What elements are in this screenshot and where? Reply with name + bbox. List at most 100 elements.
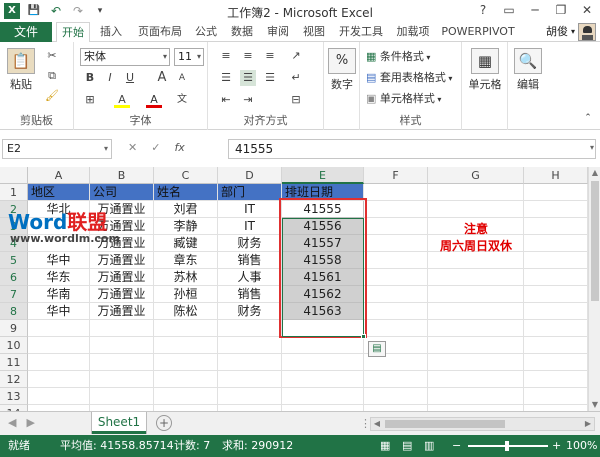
cell[interactable] xyxy=(428,388,524,405)
cell[interactable] xyxy=(364,286,428,303)
date-cell[interactable]: 41557 xyxy=(282,235,364,252)
increase-indent-icon[interactable]: ⇥ xyxy=(240,92,256,108)
cell[interactable] xyxy=(428,252,524,269)
quick-analysis-icon[interactable]: ▤ xyxy=(368,341,386,357)
cell[interactable] xyxy=(218,371,282,388)
row-header-8[interactable]: 8 xyxy=(0,303,28,320)
table-cell[interactable]: 华南 xyxy=(28,286,90,303)
cell[interactable] xyxy=(282,337,364,354)
table-cell[interactable]: 章东 xyxy=(154,252,218,269)
bold-button[interactable]: B xyxy=(82,70,98,86)
conditional-format-button[interactable]: ▦ 条件格式 ▾ xyxy=(366,48,430,66)
cell[interactable] xyxy=(364,252,428,269)
cell[interactable] xyxy=(524,201,588,218)
cell[interactable] xyxy=(428,201,524,218)
cell[interactable] xyxy=(428,269,524,286)
cell[interactable] xyxy=(90,388,154,405)
scroll-right-icon[interactable]: ▶ xyxy=(582,418,594,430)
row-header-10[interactable]: 10 xyxy=(0,337,28,354)
restore-button[interactable]: ❐ xyxy=(550,2,572,18)
column-header-d[interactable]: D xyxy=(218,167,282,184)
row-header-12[interactable]: 12 xyxy=(0,371,28,388)
table-cell[interactable]: 销售 xyxy=(218,252,282,269)
tab-home[interactable]: 开始 xyxy=(56,22,90,43)
column-header-h[interactable]: H xyxy=(524,167,588,184)
cell[interactable] xyxy=(428,371,524,388)
cell[interactable] xyxy=(524,371,588,388)
merge-center-icon[interactable]: ⊟ xyxy=(288,92,304,108)
shrink-font-button[interactable]: A xyxy=(174,70,190,86)
format-as-table-button[interactable]: ▤ 套用表格格式 ▾ xyxy=(366,69,452,87)
column-header-b[interactable]: B xyxy=(90,167,154,184)
row-header-6[interactable]: 6 xyxy=(0,269,28,286)
cell[interactable] xyxy=(28,388,90,405)
table-cell[interactable]: 臧键 xyxy=(154,235,218,252)
italic-button[interactable]: I xyxy=(102,70,118,86)
cell[interactable] xyxy=(154,371,218,388)
orientation-icon[interactable]: ↗ xyxy=(288,48,304,64)
vertical-scrollbar[interactable]: ▲ ▼ xyxy=(588,167,600,411)
cell[interactable] xyxy=(364,184,428,201)
phonetic-icon[interactable]: 文 xyxy=(174,92,190,108)
cut-icon[interactable]: ✂ xyxy=(44,48,60,64)
cell[interactable] xyxy=(154,388,218,405)
minimize-button[interactable]: ─ xyxy=(524,2,546,18)
cell[interactable] xyxy=(364,201,428,218)
cell[interactable] xyxy=(524,184,588,201)
column-header-f[interactable]: F xyxy=(364,167,428,184)
table-cell[interactable]: IT xyxy=(218,201,282,218)
row-header-5[interactable]: 5 xyxy=(0,252,28,269)
table-cell[interactable]: 万通置业 xyxy=(90,269,154,286)
confirm-icon[interactable]: ✓ xyxy=(151,141,160,154)
table-cell[interactable]: 华中 xyxy=(28,252,90,269)
grow-font-button[interactable]: A xyxy=(154,70,170,86)
table-cell[interactable]: IT xyxy=(218,218,282,235)
cell[interactable] xyxy=(28,371,90,388)
formula-input[interactable]: 41555 xyxy=(228,139,596,159)
insert-function-icon[interactable]: fx xyxy=(174,141,184,154)
zoom-out-button[interactable]: − xyxy=(452,435,461,457)
editing-button[interactable]: 🔍 编辑 xyxy=(512,48,544,92)
zoom-level[interactable]: 100% xyxy=(566,435,597,457)
align-left-icon[interactable]: ☰ xyxy=(218,70,234,86)
cell[interactable] xyxy=(428,320,524,337)
table-cell[interactable]: 财务 xyxy=(218,235,282,252)
table-cell[interactable]: 刘君 xyxy=(154,201,218,218)
table-cell[interactable]: 陈松 xyxy=(154,303,218,320)
align-right-icon[interactable]: ☰ xyxy=(262,70,278,86)
fill-handle[interactable] xyxy=(361,334,366,339)
number-format-button[interactable]: % 数字 xyxy=(327,48,357,92)
cell[interactable] xyxy=(90,320,154,337)
align-top-icon[interactable]: ≡ xyxy=(218,48,234,64)
date-cell[interactable]: 41556 xyxy=(282,218,364,235)
align-bottom-icon[interactable]: ≡ xyxy=(262,48,278,64)
close-button[interactable]: ✕ xyxy=(576,2,598,18)
date-cell[interactable]: 41562 xyxy=(282,286,364,303)
page-layout-view-icon[interactable]: ▤ xyxy=(402,435,412,457)
table-header-cell[interactable]: 排班日期 xyxy=(282,184,364,201)
table-cell[interactable]: 销售 xyxy=(218,286,282,303)
cell[interactable] xyxy=(524,337,588,354)
wrap-text-icon[interactable]: ↵ xyxy=(288,70,304,86)
cell[interactable] xyxy=(90,354,154,371)
font-color-button[interactable]: A xyxy=(146,92,162,108)
cell[interactable] xyxy=(428,337,524,354)
cell[interactable] xyxy=(364,371,428,388)
scroll-thumb[interactable] xyxy=(591,181,599,301)
table-header-cell[interactable]: 地区 xyxy=(28,184,90,201)
cell[interactable] xyxy=(428,303,524,320)
table-cell[interactable]: 人事 xyxy=(218,269,282,286)
next-sheet-icon[interactable]: ▶ xyxy=(26,416,34,429)
cell[interactable] xyxy=(282,388,364,405)
help-button[interactable]: ? xyxy=(472,2,494,18)
cell[interactable] xyxy=(282,320,364,337)
underline-button[interactable]: U xyxy=(122,70,138,86)
ribbon-display-icon[interactable]: ▭ xyxy=(498,2,520,18)
cell[interactable] xyxy=(524,286,588,303)
paste-button[interactable]: 📋 粘贴 xyxy=(6,48,36,92)
table-cell[interactable]: 孙桓 xyxy=(154,286,218,303)
column-header-g[interactable]: G xyxy=(428,167,524,184)
column-header-e[interactable]: E xyxy=(282,167,364,184)
sheet-tab-sheet1[interactable]: Sheet1 xyxy=(92,412,146,434)
tab-addins[interactable]: 加载项 xyxy=(392,22,434,42)
